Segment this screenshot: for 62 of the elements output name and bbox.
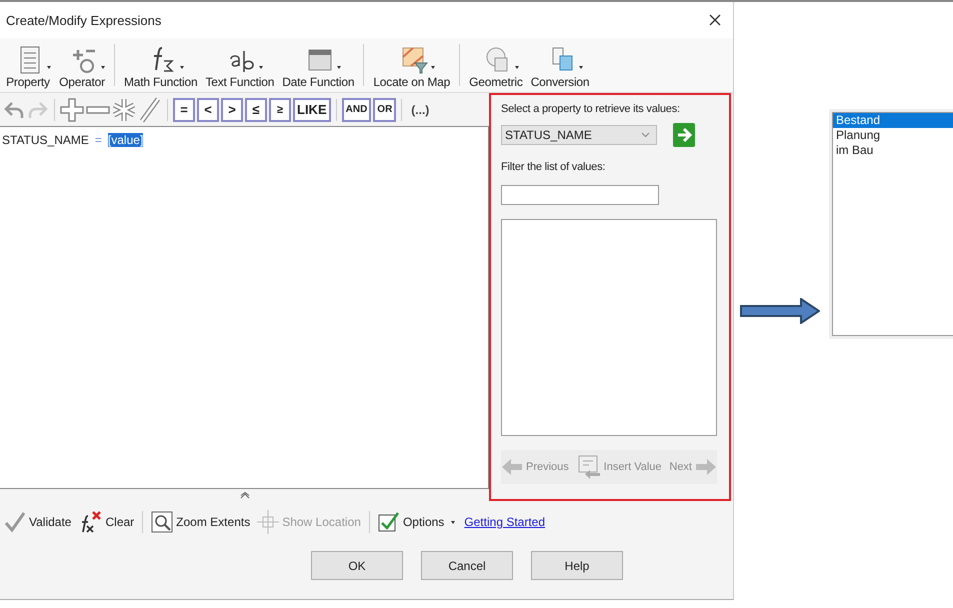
ribbon-button[interactable]: Locate on Map (371, 45, 452, 92)
ribbon-button[interactable]: Math Function (122, 45, 200, 92)
list-item[interactable]: Bestand (833, 113, 953, 128)
comparison-button[interactable]: < (197, 98, 219, 122)
dropdown-caret-icon (430, 66, 435, 68)
ribbon-button[interactable]: Operator (57, 45, 107, 92)
dropdown-caret-icon (337, 66, 342, 68)
toolbar-button[interactable]: Clear (76, 510, 136, 534)
dropdown-caret-icon (579, 66, 584, 68)
close-icon[interactable] (709, 14, 721, 26)
slash-icon[interactable] (138, 96, 162, 122)
dropdown-caret-icon (47, 66, 51, 68)
property-dropdown[interactable]: STATUS_NAME (501, 125, 657, 145)
comparison-button[interactable]: LIKE (293, 98, 331, 122)
toolbar-button[interactable]: Options (376, 511, 458, 533)
arrow-right-icon[interactable] (673, 123, 695, 147)
insert-icon (576, 455, 601, 479)
arrow-right-icon (740, 298, 820, 324)
collapse-icon[interactable] (240, 492, 250, 498)
value-listbox[interactable]: Bestand Planung im Bau (832, 112, 953, 336)
dialog-button[interactable]: Cancel (421, 551, 513, 580)
comparison-button[interactable]: = (173, 98, 195, 122)
plus-icon[interactable] (60, 96, 84, 122)
window-title: Create/Modify Expressions (6, 12, 162, 28)
zoom-icon (151, 511, 174, 533)
dropdown-caret-icon (514, 66, 519, 68)
dialog-button[interactable]: OK (311, 551, 403, 580)
filter-label: Filter the list of values: (501, 161, 606, 173)
ribbon-button[interactable]: Date Function (280, 45, 356, 92)
comparison-button[interactable]: ≥ (269, 98, 291, 122)
ribbon-button[interactable]: Geometric (467, 45, 525, 92)
toolbar-button[interactable]: Validate (2, 511, 74, 533)
arrow-right-icon (695, 458, 717, 476)
logic-button[interactable]: OR (373, 98, 396, 122)
expression-editor[interactable]: STATUS_NAME = [value] (0, 126, 489, 489)
comparison-button[interactable]: > (221, 98, 243, 122)
dropdown-caret-icon (180, 66, 184, 68)
toolbar-button[interactable]: Zoom Extents (149, 511, 252, 533)
dropdown-caret-icon (101, 66, 105, 68)
ribbon-button[interactable]: Conversion (528, 45, 592, 92)
filter-field[interactable] (501, 185, 659, 205)
checkbox-icon (378, 511, 400, 533)
dropdown-caret-icon (258, 66, 263, 68)
ribbon-button[interactable]: Property (3, 45, 53, 92)
chevron-down-icon (641, 132, 650, 138)
operator-token: = (94, 133, 102, 147)
logic-button[interactable]: AND (342, 98, 372, 122)
asterisk-icon[interactable] (112, 96, 136, 122)
list-item[interactable]: Planung (833, 128, 953, 143)
parentheses-button[interactable]: (...) (407, 102, 434, 116)
getting-started-link[interactable]: Getting Started (464, 515, 546, 529)
check-icon (4, 511, 26, 533)
property-token: STATUS_NAME (2, 133, 89, 147)
comparison-button[interactable]: ≤ (245, 98, 267, 122)
dropdown-caret-icon (451, 520, 456, 524)
list-item[interactable]: im Bau (833, 143, 953, 158)
property-prompt: Select a property to retrieve its values: (501, 103, 681, 115)
dialog-button[interactable]: Help (531, 551, 623, 580)
ribbon-button[interactable]: Text Function (203, 45, 276, 92)
crosshair-icon (257, 510, 280, 534)
arrow-left-icon (501, 458, 523, 476)
value-placeholder: [value] (108, 133, 144, 147)
